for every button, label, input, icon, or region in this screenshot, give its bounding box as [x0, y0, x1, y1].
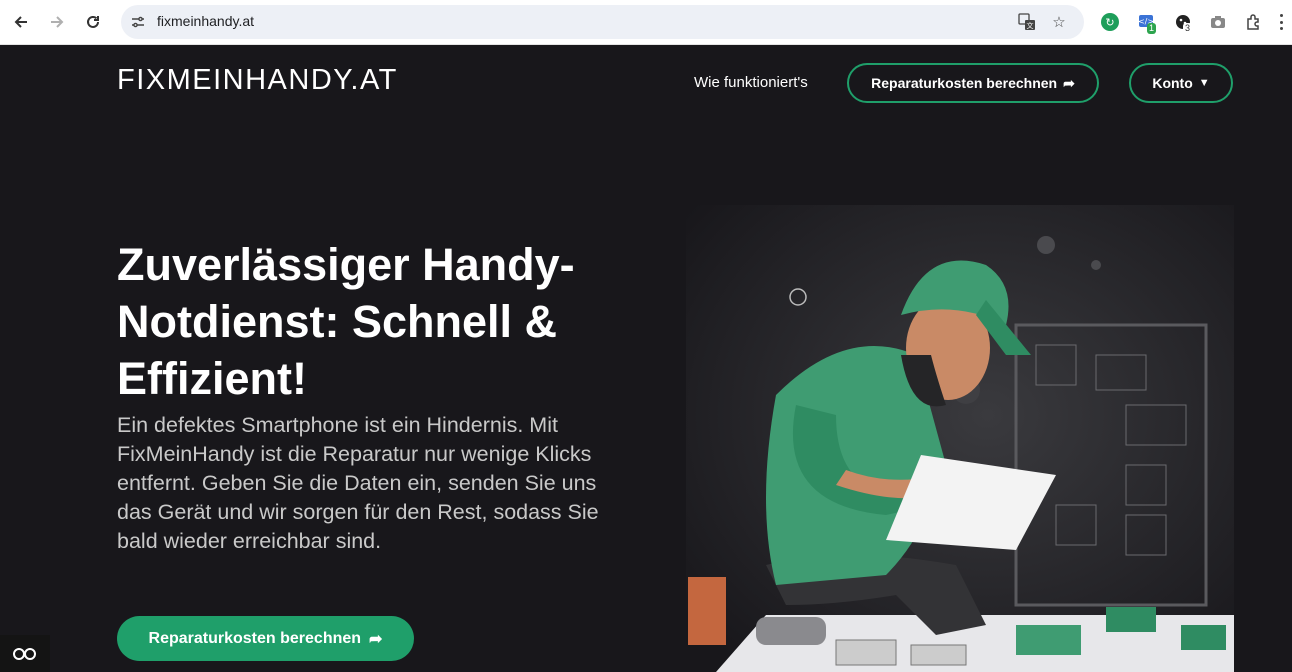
- translate-icon[interactable]: 文: [1017, 12, 1037, 32]
- account-label: Konto: [1152, 75, 1193, 91]
- camera-icon[interactable]: [1208, 12, 1228, 32]
- extension-badge: 3: [1183, 23, 1193, 34]
- extension-code-icon[interactable]: </> 1: [1137, 12, 1157, 34]
- hero-text-line: FixMeinHandy ist die Reparatur nur wenig…: [117, 442, 592, 466]
- site-info-icon[interactable]: [129, 13, 147, 31]
- cta-label: Reparaturkosten berechnen: [148, 629, 362, 647]
- extension-badge: 1: [1147, 23, 1157, 34]
- calculate-costs-button[interactable]: Reparaturkosten berechnen ➦: [847, 63, 1099, 103]
- extension-cookie-icon[interactable]: 3: [1173, 12, 1193, 34]
- site-logo[interactable]: FIXMEINHANDY.AT: [117, 64, 398, 97]
- hero-text-line: Ein defektes Smartphone ist ein Hinderni…: [117, 413, 558, 437]
- back-icon[interactable]: [9, 10, 33, 34]
- cookie-settings-icon[interactable]: [0, 635, 50, 672]
- hero-title-line: Notdienst: Schnell &: [117, 296, 558, 347]
- extension-green-icon[interactable]: ↻: [1101, 13, 1119, 31]
- hero-title-line: Effizient!: [117, 353, 307, 404]
- hero-text-line: das Gerät und wir sorgen für den Rest, s…: [117, 500, 599, 524]
- browser-menu-icon[interactable]: [1276, 12, 1286, 32]
- account-button[interactable]: Konto ▼: [1129, 63, 1233, 103]
- share-arrow-icon: ➦: [369, 630, 383, 648]
- address-bar[interactable]: fixmeinhandy.at 文 ☆: [121, 5, 1084, 39]
- bookmark-star-icon[interactable]: ☆: [1049, 12, 1069, 32]
- forward-icon[interactable]: [45, 10, 69, 34]
- repair-technician-illustration: [686, 205, 1234, 672]
- hero-description: Ein defektes Smartphone ist ein Hinderni…: [117, 411, 662, 556]
- hero-text-line: bald wieder erreichbar sind.: [117, 529, 382, 553]
- nav-link-how-it-works[interactable]: Wie funktioniert's: [694, 74, 808, 91]
- extensions-puzzle-icon[interactable]: [1244, 12, 1264, 32]
- url-text: fixmeinhandy.at: [157, 13, 255, 29]
- reload-icon[interactable]: [81, 10, 105, 34]
- hero-title-line: Zuverlässiger Handy-: [117, 239, 575, 290]
- svg-text:文: 文: [1027, 21, 1034, 30]
- calculate-costs-label: Reparaturkosten berechnen: [871, 75, 1058, 91]
- share-arrow-icon: ➦: [1063, 74, 1075, 91]
- hero-title: Zuverlässiger Handy- Notdienst: Schnell …: [117, 236, 637, 407]
- caret-down-icon: ▼: [1198, 77, 1210, 89]
- hero-text-line: entfernt. Geben Sie die Daten ein, sende…: [117, 471, 597, 495]
- browser-toolbar: fixmeinhandy.at 文 ☆ ↻ </> 1 3: [0, 0, 1292, 45]
- cta-calculate-costs-button[interactable]: Reparaturkosten berechnen ➦: [117, 616, 414, 661]
